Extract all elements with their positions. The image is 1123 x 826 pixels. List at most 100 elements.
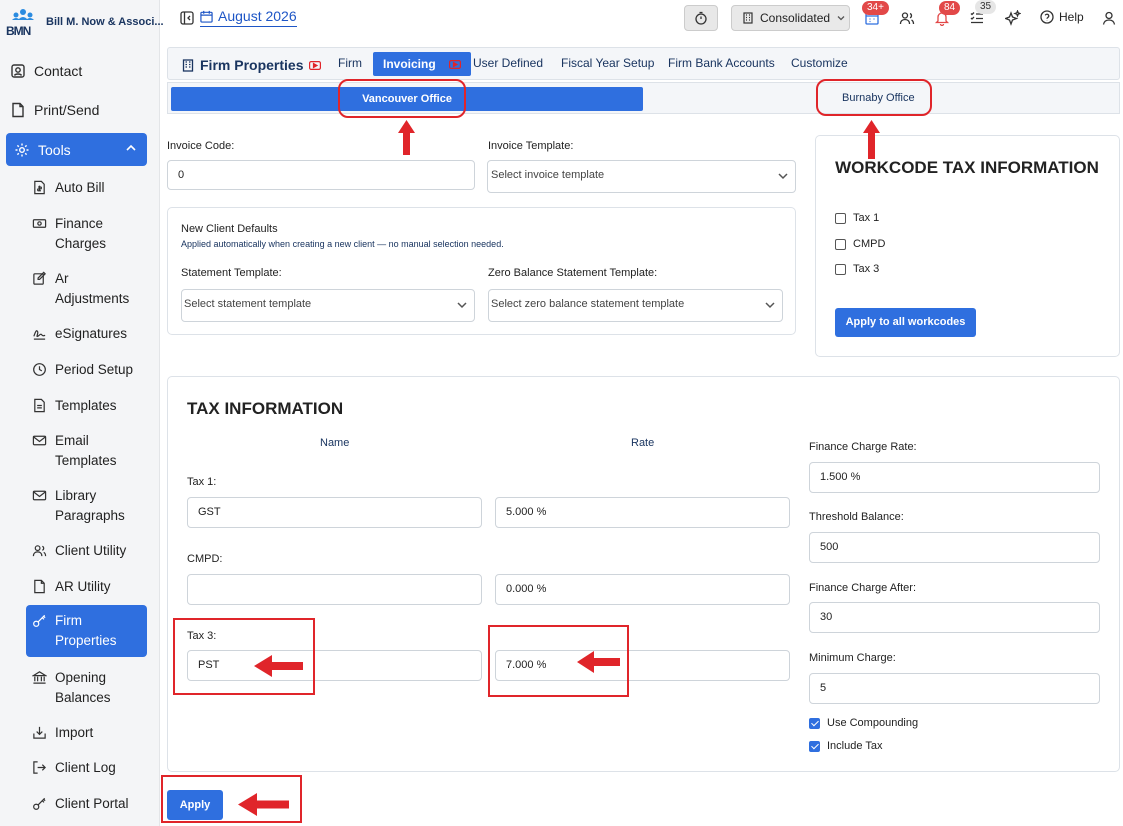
checkbox-box[interactable]	[835, 263, 846, 275]
invoice-template-label: Invoice Template:	[488, 140, 574, 152]
workcode-tax-title: WORKCODE TAX INFORMATION	[835, 158, 1099, 177]
edit-icon	[33, 271, 46, 285]
sidebar-item-label: AR Utility	[55, 579, 111, 594]
sidebar-item-import[interactable]: Import	[32, 723, 93, 743]
include-tax-checkbox[interactable]: Include Tax	[809, 740, 882, 752]
users-icon[interactable]	[899, 10, 915, 26]
sidebar-item-label: Client Log	[55, 760, 116, 775]
checkbox-box[interactable]	[835, 212, 846, 224]
chevron-down-icon	[457, 302, 467, 309]
checkbox-box[interactable]	[809, 717, 820, 729]
tab-customize[interactable]: Customize	[791, 56, 848, 70]
chevron-up-icon[interactable]	[125, 142, 137, 154]
sidebar-item-email-templates[interactable]: Email Templates	[32, 431, 117, 471]
video-icon[interactable]	[309, 60, 322, 70]
page-title: Firm Properties	[182, 57, 322, 73]
sidebar-item-label: Finance Charges	[55, 216, 107, 251]
document-dollar-icon	[34, 180, 45, 195]
threshold-balance-input[interactable]: 500	[809, 532, 1100, 563]
highlight-vancouver-office	[338, 79, 466, 118]
tab-fiscal-year-setup[interactable]: Fiscal Year Setup	[561, 56, 654, 70]
help-button[interactable]: Help	[1040, 10, 1084, 24]
sidebar-item-esignatures[interactable]: eSignatures	[32, 324, 127, 344]
sidebar-item-ar-adjustments[interactable]: Ar Adjustments	[32, 269, 129, 309]
new-client-defaults-panel: New Client Defaults Applied automaticall…	[167, 207, 796, 335]
sidebar-item-client-log[interactable]: Client Log	[32, 758, 116, 778]
checkbox-label: Use Compounding	[827, 717, 919, 729]
checkbox-label: Tax 1	[853, 212, 880, 224]
firm-properties-tabs: Firm Properties Firm Invoicing User Defi…	[167, 47, 1120, 80]
sidebar-item-finance-charges[interactable]: Finance Charges	[32, 214, 122, 254]
tax-information-panel: TAX INFORMATION Name Rate Tax 1: GST 5.0…	[167, 376, 1120, 772]
calendar-icon	[200, 10, 213, 23]
tax1-name-input[interactable]: GST	[187, 497, 482, 528]
finance-charge-rate-input[interactable]: 1.500 %	[809, 462, 1100, 493]
workcode-cmpd-checkbox[interactable]: CMPD	[835, 238, 885, 250]
document-icon	[34, 398, 45, 413]
video-icon[interactable]	[449, 60, 462, 70]
statement-template-select[interactable]: Select statement template	[181, 289, 475, 322]
sidebar-item-label: Tools	[38, 141, 71, 158]
cmpd-name-input[interactable]	[187, 574, 482, 605]
sidebar-item-label: Import	[55, 725, 94, 740]
finance-charge-after-input[interactable]: 30	[809, 602, 1100, 633]
sidebar: BMN Bill M. Now & Associ... Contact Prin…	[0, 0, 164, 826]
use-compounding-checkbox[interactable]: Use Compounding	[809, 717, 918, 729]
cmpd-rate-input[interactable]: 0.000 %	[495, 574, 790, 605]
arrow-up-icon	[398, 120, 415, 155]
workcode-tax1-checkbox[interactable]: Tax 1	[835, 212, 879, 224]
mail-icon	[32, 490, 47, 501]
defaults-title: New Client Defaults	[181, 223, 278, 235]
logo-text: BMN	[6, 24, 31, 38]
month-selector[interactable]: August 2026	[200, 8, 297, 27]
document-icon	[12, 102, 24, 118]
tab-user-defined[interactable]: User Defined	[473, 56, 543, 70]
minimum-charge-input[interactable]: 5	[809, 673, 1100, 704]
sidebar-item-ar-utility[interactable]: AR Utility	[32, 577, 111, 597]
workcode-tax3-checkbox[interactable]: Tax 3	[835, 263, 879, 275]
sidebar-item-period-setup[interactable]: Period Setup	[32, 360, 133, 380]
sidebar-item-label: Email Templates	[55, 433, 117, 468]
rate-column-header: Rate	[631, 437, 655, 449]
checkbox-label: CMPD	[853, 238, 886, 250]
logo: BMN	[6, 8, 38, 38]
building-icon	[743, 12, 753, 24]
sidebar-item-label: Client Portal	[55, 796, 129, 811]
collapse-sidebar-icon[interactable]	[180, 11, 194, 25]
building-icon	[182, 58, 194, 72]
sparkle-icon[interactable]	[1005, 10, 1021, 26]
tab-firm-bank-accounts[interactable]: Firm Bank Accounts	[668, 56, 775, 70]
tab-firm[interactable]: Firm	[338, 56, 362, 70]
sidebar-item-label: Client Utility	[55, 543, 127, 558]
arrow-left-icon	[577, 651, 620, 673]
checkbox-label: Include Tax	[827, 740, 883, 752]
apply-to-all-workcodes-button[interactable]: Apply to all workcodes	[835, 308, 976, 337]
document-icon	[34, 579, 45, 594]
sidebar-item-print-send[interactable]: Print/Send	[10, 102, 99, 118]
zero-balance-template-label: Zero Balance Statement Template:	[488, 267, 658, 279]
sidebar-item-auto-bill[interactable]: Auto Bill	[32, 178, 105, 198]
tab-invoicing[interactable]: Invoicing	[373, 52, 472, 76]
zero-balance-template-select[interactable]: Select zero balance statement template	[488, 289, 783, 322]
invoice-code-input[interactable]: 0	[167, 160, 475, 190]
sidebar-item-label: eSignatures	[55, 326, 128, 341]
brand[interactable]: BMN Bill M. Now & Associ...	[6, 8, 164, 38]
user-icon[interactable]	[1101, 10, 1117, 26]
sidebar-item-client-utility[interactable]: Client Utility	[32, 541, 126, 561]
help-label: Help	[1059, 10, 1084, 24]
sidebar-item-tools[interactable]: Tools	[6, 133, 147, 166]
sidebar-item-contact[interactable]: Contact	[10, 63, 82, 79]
sidebar-item-templates[interactable]: Templates	[32, 396, 117, 416]
tax1-rate-input[interactable]: 5.000 %	[495, 497, 790, 528]
consolidated-select[interactable]: Consolidated	[731, 5, 850, 31]
sidebar-item-client-portal[interactable]: Client Portal	[32, 794, 129, 814]
sidebar-item-firm-properties[interactable]: Firm Properties	[26, 605, 147, 657]
sidebar-item-label: Firm Properties	[55, 613, 117, 648]
checkbox-box[interactable]	[809, 740, 820, 752]
sidebar-item-library-paragraphs[interactable]: Library Paragraphs	[32, 486, 125, 526]
sidebar-item-opening-balances[interactable]: Opening Balances	[32, 668, 122, 708]
chevron-down-icon	[778, 173, 788, 180]
checkbox-box[interactable]	[835, 238, 846, 250]
invoice-template-select[interactable]: Select invoice template	[487, 160, 796, 193]
timer-button[interactable]	[684, 5, 718, 31]
